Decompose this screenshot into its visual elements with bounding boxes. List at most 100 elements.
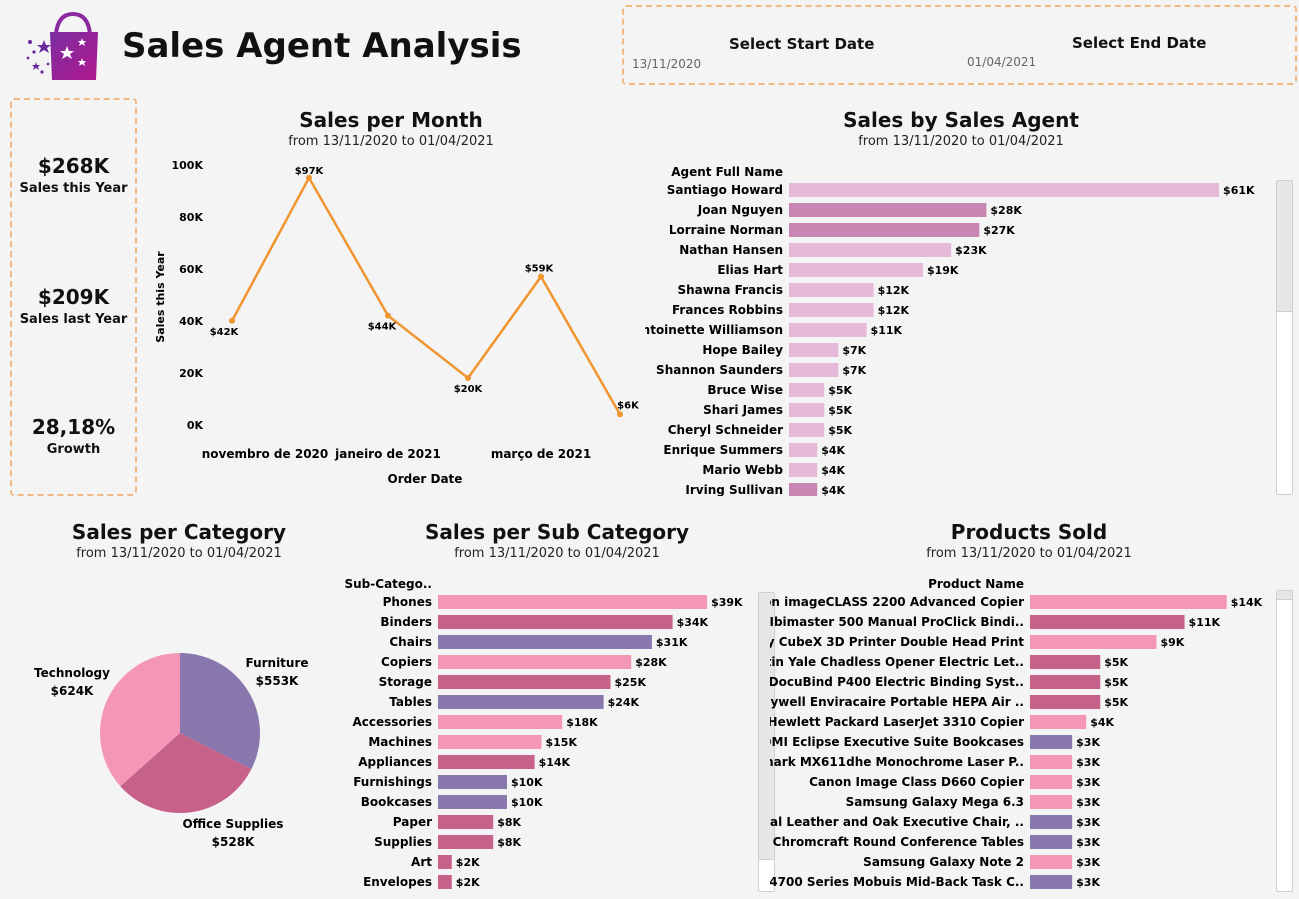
bar (438, 755, 535, 769)
bar-value-label: $4K (821, 484, 845, 496)
bar-value-label: $7K (842, 344, 866, 357)
bar-value-label: $3K (1076, 816, 1100, 829)
end-date-label: Select End Date (1072, 34, 1207, 52)
bar (1030, 775, 1073, 789)
sales-line (230, 175, 622, 416)
products-chart-title: Products Sold (950, 520, 1108, 544)
pie-category-label: Furniture (245, 656, 308, 670)
bar (438, 635, 652, 649)
bar-category-label: Elias Hart (717, 263, 783, 277)
bar (789, 243, 952, 257)
bar (438, 795, 507, 809)
bar (789, 463, 818, 477)
bar-value-label: $2K (456, 876, 480, 889)
bar-category-label: Global Leather and Oak Executive Chair, … (770, 815, 1024, 829)
bar (1030, 735, 1073, 749)
bar (438, 835, 494, 849)
bar-category-label: Bruce Wise (707, 383, 783, 397)
products-scrollbar-thumb[interactable] (1277, 591, 1292, 600)
bar-value-label: $11K (1189, 616, 1221, 629)
bar-category-label: Shari James (703, 403, 783, 417)
bar-value-label: $24K (608, 696, 640, 709)
column-header: Sub-Catego.. (345, 577, 433, 591)
bar (789, 423, 825, 437)
bar (438, 815, 494, 829)
bar (789, 203, 987, 217)
bar (1030, 595, 1227, 609)
line-point (465, 375, 471, 381)
bar-category-label: GBC DocuBind P400 Electric Binding Syst.… (770, 675, 1024, 689)
y-tick-label: 60K (179, 263, 203, 276)
bar-category-label: Hewlett Packard LaserJet 3310 Copier (770, 715, 1024, 729)
x-axis-label: Order Date (388, 472, 463, 486)
subcat-chart-subtitle: from 13/11/2020 to 01/04/2021 (454, 546, 660, 561)
bar-category-label: Mario Webb (702, 463, 783, 477)
pie-category-label: Technology (34, 666, 110, 680)
bar-category-label: Chairs (389, 635, 432, 649)
bar-value-label: $31K (656, 636, 688, 649)
bar (1030, 755, 1073, 769)
agent-scrollbar[interactable] (1276, 180, 1293, 495)
x-tick-label: março de 2021 (491, 447, 591, 461)
agent-chart-title: Sales by Sales Agent (843, 108, 1079, 132)
category-chart-subtitle: from 13/11/2020 to 01/04/2021 (76, 546, 282, 561)
bar-category-label: Tables (389, 695, 432, 709)
bar (789, 363, 839, 377)
bar-category-label: Storage (379, 675, 432, 689)
agent-scrollbar-thumb[interactable] (1277, 181, 1292, 312)
bar-category-label: Joan Nguyen (697, 203, 783, 217)
bar-value-label: $23K (955, 244, 987, 257)
kpi-sales-this-year-value: $268K (37, 154, 110, 178)
bar-category-label: Copiers (381, 655, 432, 669)
bar-value-label: $2K (456, 856, 480, 869)
bar-category-label: Nathan Hansen (679, 243, 783, 257)
bar (438, 595, 708, 609)
bar (438, 775, 507, 789)
bar-value-label: $10K (511, 776, 543, 789)
bar (789, 183, 1220, 197)
y-tick-label: 80K (179, 211, 203, 224)
bar-category-label: Lexmark MX611dhe Monochrome Laser P.. (770, 755, 1024, 769)
bar-value-label: $3K (1076, 836, 1100, 849)
date-filter-panel: Select Start Date 13/11/2020 Select End … (622, 5, 1297, 85)
products-scrollbar[interactable] (1276, 590, 1293, 892)
bar-value-label: $4K (821, 444, 845, 457)
bar-value-label: $25K (615, 676, 647, 689)
bar-value-label: $3K (1076, 756, 1100, 769)
bar-category-label: Canon Image Class D660 Copier (809, 775, 1024, 789)
bar-value-label: $3K (1076, 856, 1100, 869)
bar (1030, 675, 1101, 689)
bar-category-label: Machines (368, 735, 432, 749)
category-pie-chart: Furniture $553K Office Supplies $528K Techno… (34, 653, 309, 849)
bar-value-label: $5K (828, 424, 852, 437)
bar-category-label: Enrique Summers (663, 443, 783, 457)
y-tick-label: 20K (179, 367, 203, 380)
line-point (617, 411, 623, 418)
bar-value-label: $28K (990, 204, 1022, 217)
start-date-input[interactable]: 13/11/2020 (632, 57, 701, 71)
bar-category-label: Lorraine Norman (669, 223, 783, 237)
kpi-growth-value: 28,18% (31, 415, 116, 439)
bar-value-label: $3K (1076, 796, 1100, 809)
bar (438, 615, 673, 629)
y-tick-label: 0K (187, 419, 204, 432)
y-axis-label: Sales this Year (154, 251, 167, 343)
products-chart-subtitle: from 13/11/2020 to 01/04/2021 (926, 546, 1132, 561)
bar (438, 735, 542, 749)
bar-value-label: $18K (566, 716, 598, 729)
bar (789, 403, 825, 417)
bar-category-label: Frances Robbins (672, 303, 783, 317)
bar (1030, 715, 1087, 729)
bar-value-label: $5K (828, 404, 852, 417)
bar (438, 715, 563, 729)
end-date-input[interactable]: 01/04/2021 (967, 55, 1036, 69)
bar-category-label: Canon imageCLASS 2200 Advanced Copier (770, 595, 1024, 609)
bar-value-label: $19K (927, 264, 959, 277)
bar-value-label: $28K (635, 656, 667, 669)
bar (789, 303, 874, 317)
agent-chart-subtitle: from 13/11/2020 to 01/04/2021 (858, 134, 1064, 149)
bar-category-label: Envelopes (363, 875, 432, 889)
bar-value-label: $5K (1104, 676, 1128, 689)
bar-value-label: $14K (1231, 596, 1263, 609)
month-line-chart: 0K 20K 40K 60K 80K 100K Sales this Year novembr… (154, 159, 640, 486)
